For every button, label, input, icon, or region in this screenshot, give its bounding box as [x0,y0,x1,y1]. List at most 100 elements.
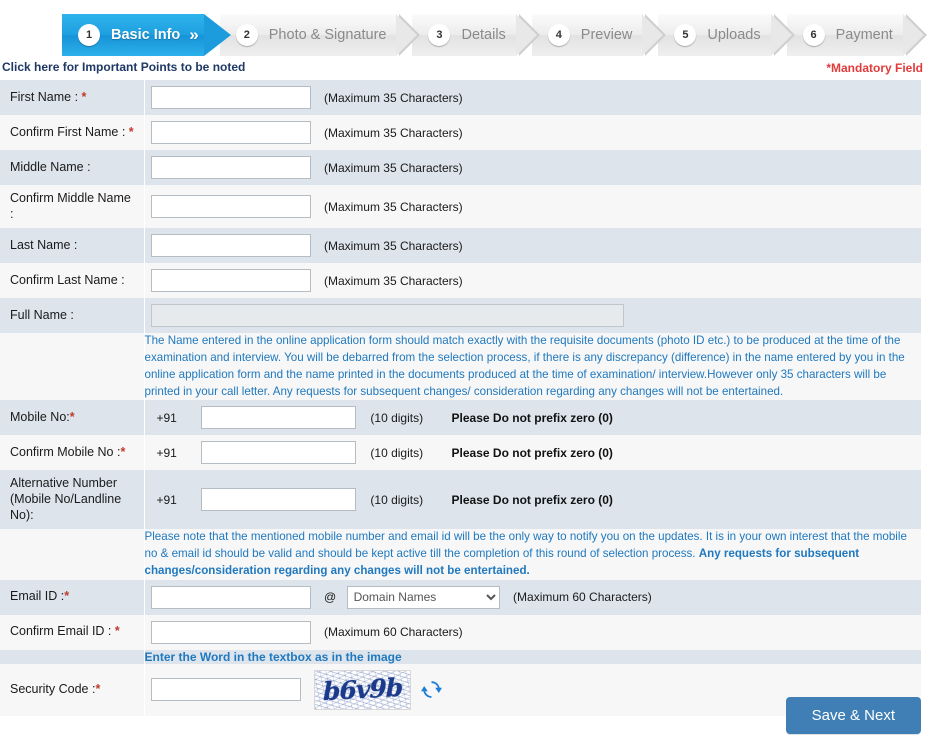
wizard-step-preview[interactable]: 4 Preview [531,14,666,56]
label-cell: Confirm Middle Name : [0,185,145,229]
wizard-step-label: Preview [580,27,633,43]
field-cell [144,298,921,333]
country-prefix: +91 [156,493,177,508]
row-alternative-number: Alternative Number (Mobile No/Landline N… [0,470,921,530]
alternative-number-input[interactable] [200,488,356,512]
save-and-next-button[interactable]: Save & Next [785,697,921,734]
required-asterisk: * [81,89,87,104]
confirm-last-name-input[interactable] [150,269,311,293]
mandatory-field-note: *Mandatory Field [826,61,923,75]
label-cell-empty [0,529,145,580]
wizard-step-payment[interactable]: 6 Payment [786,14,927,56]
form-footer: Save & Next [785,697,921,734]
row-email-id: Email ID :* @ Domain Names (Maximum 60 C… [0,579,921,615]
confirm-first-name-hint: (Maximum 35 Characters) [323,125,463,140]
mobile-no-input[interactable] [200,406,356,430]
wizard-step-uploads[interactable]: 5 Uploads [658,14,795,56]
basic-info-form-table: First Name : * (Maximum 35 Characters) C… [0,80,921,716]
confirm-first-name-input[interactable] [150,121,311,144]
confirm-email-id-input[interactable] [150,620,311,644]
refresh-captcha-icon[interactable] [420,679,442,700]
first-name-hint: (Maximum 35 Characters) [323,90,463,105]
country-prefix: +91 [156,411,177,426]
contact-note: Please note that the mentioned mobile nu… [144,529,921,579]
alternative-no-prefix-zero-hint: Please Do not prefix zero (0) [451,493,613,508]
confirm-email-id-hint: (Maximum 60 Characters) [323,625,463,640]
required-asterisk: * [64,589,70,604]
security-code-label: Security Code : [10,681,96,696]
confirm-mobile-no-input[interactable] [200,441,356,465]
captcha-text: b6v9b [322,673,403,707]
mobile-digits-hint: (10 digits) [370,411,424,426]
label-cell: Mobile No:* [0,400,145,436]
wizard-step-photo-signature[interactable]: 2 Photo & Signature [219,14,421,56]
application-form-page: 1 Basic Info » 2 Photo & Signature 3 Det… [0,0,927,754]
confirm-middle-name-hint: (Maximum 35 Characters) [323,199,463,214]
middle-name-input[interactable] [150,156,311,179]
wizard-step-label: Uploads [707,27,761,43]
confirm-middle-name-input[interactable] [150,195,311,219]
last-name-input[interactable] [150,234,311,258]
wizard-step-number: 1 [78,24,100,46]
important-points-link[interactable]: Click here for Important Points to be no… [2,60,245,74]
wizard-step-label: Payment [835,27,893,43]
country-prefix: +91 [156,446,177,461]
email-domain-select[interactable]: Domain Names [346,585,500,609]
last-name-label: Last Name : [10,237,78,252]
field-cell: (Maximum 35 Characters) [144,150,921,185]
field-cell: (Maximum 35 Characters) [144,115,921,150]
confirm-first-name-label: Confirm First Name : [10,124,129,139]
wizard-step-number: 5 [674,24,697,46]
double-chevron-right-icon: » [189,25,199,44]
row-confirm-last-name: Confirm Last Name : (Maximum 35 Characte… [0,263,921,299]
wizard-step-number: 4 [547,24,570,46]
row-contact-note: Please note that the mentioned mobile nu… [0,529,921,580]
field-cell: (Maximum 60 Characters) [144,615,921,650]
required-asterisk: * [128,124,134,139]
first-name-label: First Name : [10,89,82,104]
field-cell: +91 (10 digits) Please Do not prefix zer… [144,435,921,470]
row-security-code: Security Code :* b6v9b [0,663,921,716]
captcha-instruction-text: Enter the Word in the textbox as in the … [144,649,402,664]
middle-name-label: Middle Name : [10,159,91,174]
wizard-step-number: 6 [802,24,825,46]
field-cell: @ Domain Names (Maximum 60 Characters) [144,580,921,615]
row-captcha-instruction: Enter the Word in the textbox as in the … [0,649,921,664]
alternative-number-label-line2: (Mobile No/Landline No): [10,492,122,522]
name-note-text: The Name entered in the online applicati… [144,334,905,398]
required-asterisk: * [114,624,120,639]
confirm-mobile-no-prefix-zero-hint: Please Do not prefix zero (0) [451,446,613,461]
email-id-hint: (Maximum 60 Characters) [513,590,652,605]
label-cell: Confirm Last Name : [0,263,145,299]
first-name-input[interactable] [150,86,311,109]
confirm-last-name-hint: (Maximum 35 Characters) [323,273,463,288]
required-asterisk: * [69,410,75,425]
email-id-input[interactable] [150,585,311,609]
confirm-mobile-digits-hint: (10 digits) [370,446,424,461]
row-name-note: The Name entered in the online applicati… [0,333,921,401]
field-cell: (Maximum 35 Characters) [144,228,921,263]
confirm-middle-name-label: Confirm Middle Name : [10,191,131,221]
label-cell: Security Code :* [0,663,145,716]
label-cell: Full Name : [0,298,145,334]
wizard-step-label: Basic Info [111,27,181,43]
label-cell: Middle Name : [0,150,145,185]
last-name-hint: (Maximum 35 Characters) [323,238,463,253]
label-cell: Confirm Email ID : * [0,614,145,650]
field-cell: +91 (10 digits) Please Do not prefix zer… [144,400,921,435]
security-code-input[interactable] [150,678,301,702]
wizard-step-number: 2 [235,24,258,46]
wizard-step-details[interactable]: 3 Details [412,14,541,56]
label-cell: Confirm Mobile No :* [0,435,145,471]
confirm-mobile-no-label: Confirm Mobile No : [10,445,121,460]
wizard-progress-bar: 1 Basic Info » 2 Photo & Signature 3 Det… [0,14,927,60]
row-confirm-email-id: Confirm Email ID : * (Maximum 60 Charact… [0,614,921,650]
row-confirm-mobile-no: Confirm Mobile No :* +91 (10 digits) Ple… [0,435,921,471]
row-mobile-no: Mobile No:* +91 (10 digits) Please Do no… [0,400,921,436]
wizard-step-label: Details [461,27,506,43]
wizard-step-basic-info[interactable]: 1 Basic Info » [62,14,231,56]
label-cell: First Name : * [0,80,145,115]
required-asterisk: * [95,681,101,696]
wizard-step-label: Photo & Signature [268,27,387,43]
full-name-input [150,304,624,328]
